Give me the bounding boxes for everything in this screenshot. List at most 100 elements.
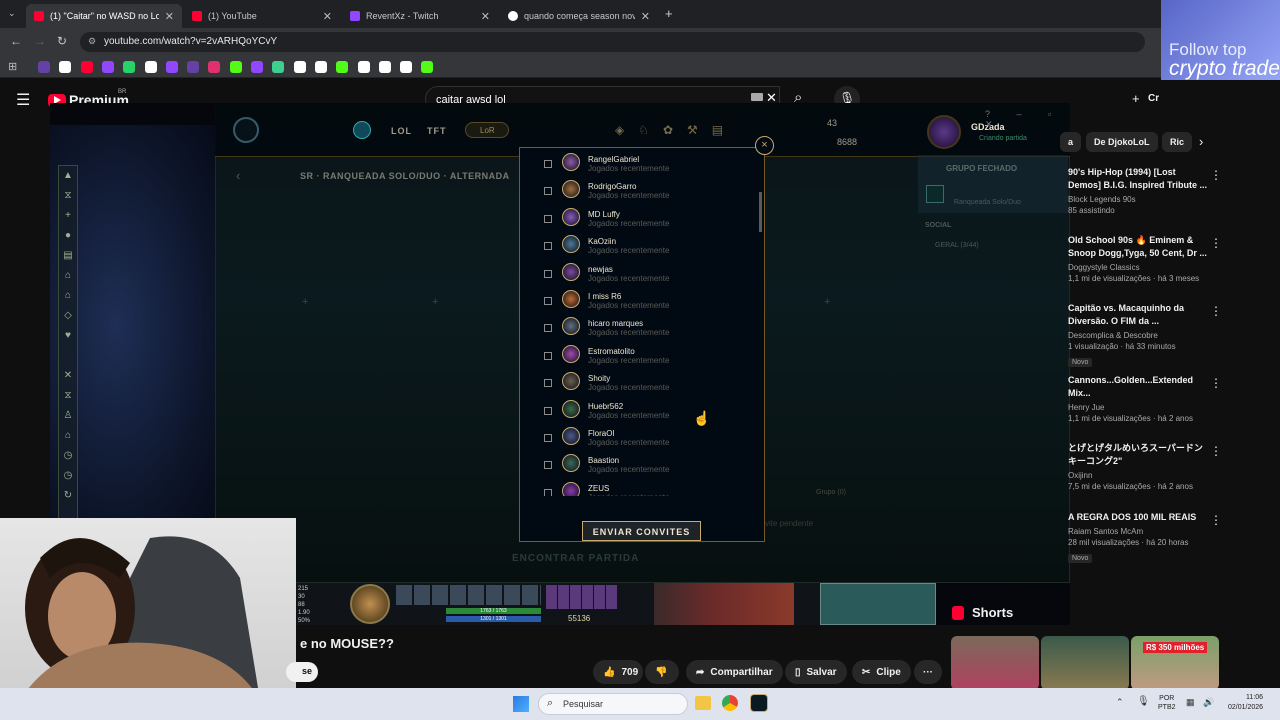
bookmark-icon[interactable] [229, 61, 242, 73]
system-clock[interactable]: 11:06 02/01/2026 [1228, 693, 1263, 713]
invite-checkbox[interactable] [544, 297, 552, 305]
bookmark-icon[interactable] [336, 61, 349, 73]
forward-icon[interactable]: → [34, 34, 46, 48]
friend-row[interactable]: hicaro marques Jogados recentemente [520, 316, 746, 343]
friend-row[interactable]: ZEUSJogados recentemente [520, 481, 746, 496]
short-thumb[interactable] [951, 636, 1039, 690]
friend-list[interactable]: RangelGabriel Jogados recentemente Rodrigo… [520, 148, 760, 496]
friend-row[interactable]: Estromatolito Jogados recentemente [520, 344, 746, 371]
bookmark-icon[interactable] [251, 61, 263, 73]
new-tab-icon[interactable]: + [665, 6, 673, 21]
invite-checkbox[interactable] [544, 214, 552, 223]
friend-row[interactable]: Baastion Jogados recentemente [520, 453, 746, 480]
create-plus-icon[interactable]: + [1132, 91, 1140, 106]
invite-checkbox[interactable] [544, 242, 552, 251]
close-tab-icon[interactable]: ✕ [481, 10, 490, 23]
volume-icon[interactable]: 🔊 [1203, 697, 1214, 708]
add-slot-icon[interactable]: + [824, 296, 830, 308]
chip-filter[interactable]: Ric [1162, 132, 1193, 152]
invite-checkbox[interactable] [544, 434, 552, 442]
more-options-icon[interactable]: ⋮ [1210, 444, 1222, 458]
bookmark-icon[interactable] [187, 61, 200, 73]
save-button[interactable]: ▯ Salvar [785, 660, 847, 684]
file-explorer-icon[interactable] [695, 696, 711, 710]
bookmark-icon[interactable] [293, 61, 306, 73]
riot-icon[interactable] [353, 121, 371, 139]
tab-2[interactable]: ReventXz - Twitch ✕ [342, 4, 498, 28]
bookmark-icon[interactable] [314, 61, 327, 73]
recommended-video[interactable]: A REGRA DOS 100 MIL REAIS Raiam Santos Mc… [1068, 511, 1208, 565]
short-thumb[interactable]: R$ 350 milhões [1131, 636, 1219, 690]
chip-filter[interactable]: De DjokoLoL [1086, 132, 1158, 152]
input-language[interactable]: POR PTB2 [1158, 694, 1176, 712]
bookmark-icon[interactable] [165, 61, 178, 73]
lol-nav-lol[interactable]: LOL [391, 126, 412, 136]
friend-row[interactable]: RodrigoGarro Jogados recentemente [520, 179, 746, 206]
create-label[interactable]: Cr [1148, 93, 1159, 104]
chip-filter[interactable]: a [1060, 132, 1082, 152]
tab-0[interactable]: (1) "Caitar" no WASD no LoL e... ✕ [26, 4, 182, 28]
bookmark-icon[interactable] [101, 61, 114, 73]
menu-icon[interactable]: ☰ [16, 90, 30, 110]
invite-checkbox[interactable] [544, 324, 552, 333]
url-bar[interactable]: ⚙ youtube.com/watch?v=2vARHQoYCvY [80, 32, 1145, 52]
close-tab-icon[interactable]: ✕ [165, 10, 174, 23]
general-friends-label[interactable]: GERAL (3/44) [935, 242, 979, 249]
friend-row[interactable]: Huebr562 Jogados recentemente [520, 399, 746, 426]
close-tab-icon[interactable]: ✕ [323, 10, 332, 23]
friend-row[interactable]: MD Luffy Jogados recentemente [520, 207, 746, 234]
chrome-icon[interactable] [722, 695, 738, 711]
bookmark-icon[interactable] [421, 61, 434, 73]
close-modal-button[interactable]: × [755, 136, 774, 155]
microphone-icon[interactable]: 🎙 [1137, 696, 1150, 707]
summoner-avatar[interactable] [927, 115, 961, 149]
bookmark-icon[interactable] [357, 61, 370, 73]
find-match-button[interactable]: ENCONTRAR PARTIDA [512, 553, 639, 564]
short-thumb[interactable] [1041, 636, 1129, 690]
invite-checkbox[interactable] [544, 351, 552, 360]
clip-button[interactable]: ✂ Clipe [852, 660, 911, 684]
friend-row[interactable]: newjas Jogados recentemente [520, 262, 746, 289]
bookmark-icon[interactable] [272, 61, 285, 73]
bookmark-icon[interactable] [80, 61, 93, 73]
bookmark-icon[interactable] [400, 61, 413, 73]
bookmark-icon[interactable] [38, 61, 50, 73]
friend-row[interactable]: KaOziin Jogados recentemente [520, 234, 746, 261]
bookmark-icon[interactable] [123, 61, 136, 73]
invite-checkbox[interactable] [544, 187, 552, 196]
chip-scroll-right-icon[interactable]: › [1199, 134, 1203, 149]
back-arrow-icon[interactable]: ‹ [236, 168, 240, 183]
windows-start-icon[interactable] [513, 696, 529, 712]
invite-checkbox[interactable] [544, 160, 552, 168]
apps-grid-icon[interactable]: ⊞ [8, 60, 17, 73]
keyboard-icon[interactable] [751, 93, 763, 101]
more-options-icon[interactable]: ⋮ [1210, 304, 1222, 318]
recommended-video[interactable]: Capitão vs. Macaquinho da Diversão. O FI… [1068, 302, 1208, 369]
friend-list-scrollbar[interactable] [759, 192, 762, 232]
more-actions-button[interactable]: ··· [914, 660, 942, 684]
more-options-icon[interactable]: ⋮ [1210, 168, 1222, 182]
lol-store-icons[interactable]: ◈♘✿⚒▤ [615, 123, 737, 137]
recommended-video[interactable]: とげとげタルめいろスーパードンキーコング2" Oxijinn 7,5 mi de v… [1068, 442, 1208, 491]
invite-checkbox[interactable] [544, 461, 552, 470]
invite-checkbox[interactable] [544, 379, 552, 388]
friend-row[interactable]: RangelGabriel Jogados recentemente [520, 152, 746, 179]
tab-search-icon[interactable]: ⌄ [8, 8, 16, 19]
reload-icon[interactable]: ↻ [57, 34, 67, 48]
back-icon[interactable]: ← [10, 34, 22, 48]
friend-row[interactable]: I miss R6 Jogados recentemente [520, 289, 746, 316]
taskbar-search[interactable]: ⌕ Pesquisar [538, 693, 688, 715]
friend-row[interactable]: FloraOl Jogados recentemente [520, 426, 746, 453]
more-options-icon[interactable]: ⋮ [1210, 376, 1222, 390]
recommended-video[interactable]: 90's Hip-Hop (1994) [Lost Demos] B.I.G. … [1068, 166, 1208, 215]
add-slot-icon[interactable]: + [432, 296, 438, 308]
bookmark-icon[interactable] [59, 61, 72, 73]
more-options-icon[interactable]: ⋮ [1210, 513, 1222, 527]
lol-nav-tft[interactable]: TFT [427, 126, 447, 136]
friend-row[interactable]: Shoity Jogados recentemente [520, 371, 746, 398]
tab-1[interactable]: (1) YouTube ✕ [184, 4, 340, 28]
recommended-video[interactable]: Cannons...Golden...Extended Mix... Henry … [1068, 374, 1208, 423]
bookmark-icon[interactable] [144, 61, 157, 73]
add-slot-icon[interactable]: + [302, 296, 308, 308]
site-info-icon[interactable]: ⚙ [88, 36, 96, 47]
